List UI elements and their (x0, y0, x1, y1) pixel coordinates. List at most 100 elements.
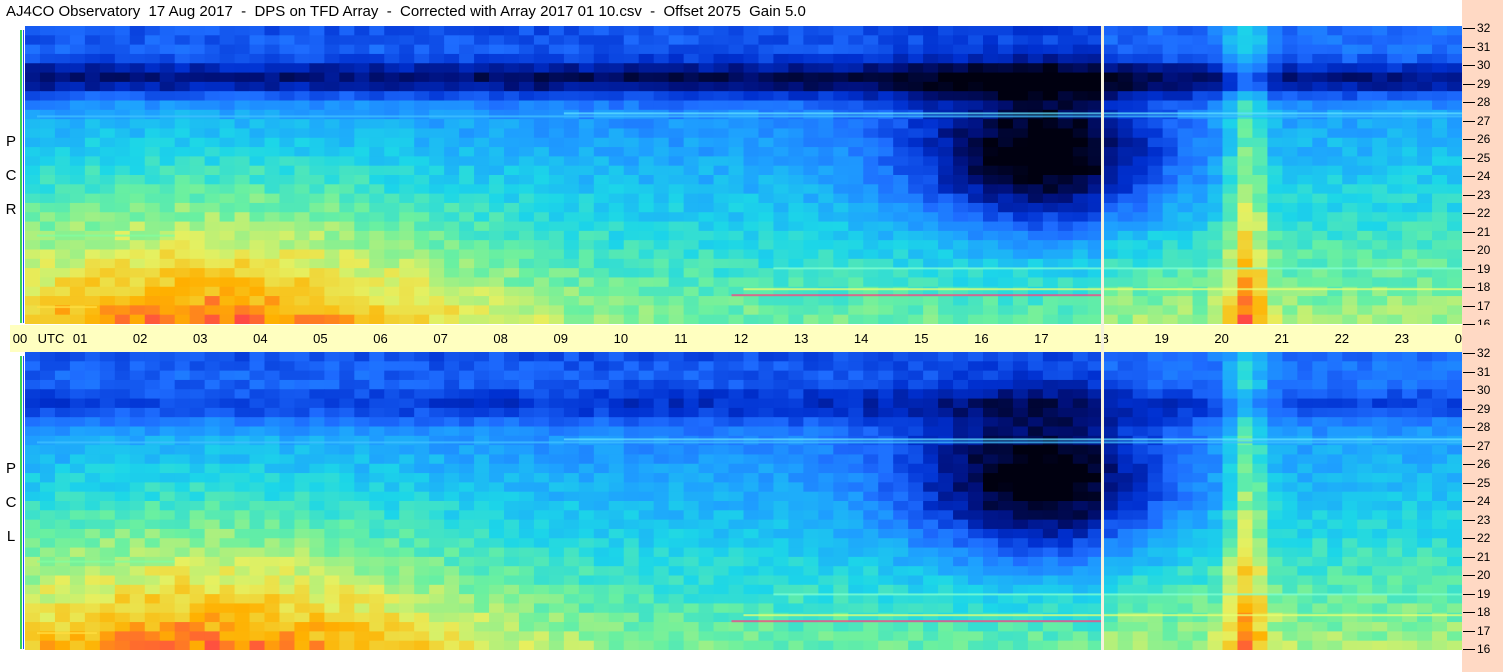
spectrogram-cell (1432, 119, 1448, 130)
spectrogram-cell (444, 165, 460, 176)
spectrogram-cell (399, 81, 415, 92)
spectrogram-cell (803, 221, 819, 232)
time-tick-label: 01 (72, 331, 88, 346)
spectrogram-cell (728, 44, 745, 55)
spectrogram-cell (1432, 44, 1448, 55)
spectrogram-cell (1327, 454, 1343, 465)
spectrogram-cell (1387, 100, 1403, 111)
spectrogram-cell (1387, 519, 1403, 530)
spectrogram-cell (638, 482, 655, 493)
spectrogram-cell (1222, 277, 1239, 288)
spectrogram-cell (279, 277, 296, 288)
spectrogram-cell (533, 258, 550, 269)
spectrogram-cell (1192, 100, 1209, 111)
spectrogram-cell (623, 81, 640, 92)
spectrogram-cell (1447, 407, 1462, 418)
spectrogram-cell (578, 445, 595, 456)
spectrogram-cell (69, 35, 86, 46)
spectrogram-cell (758, 249, 775, 260)
spectrogram-cell (459, 128, 475, 139)
spectrogram-cell (833, 35, 849, 46)
spectrogram-cell (1237, 63, 1254, 74)
spectrogram-cell (1267, 314, 1283, 324)
spectrogram-cell (1177, 100, 1194, 111)
spectrogram-cell (1447, 109, 1462, 120)
spectrogram-cell (593, 44, 610, 55)
spectrogram-cell (54, 156, 71, 167)
spectrogram-cell (414, 296, 430, 306)
spectrogram-cell (863, 193, 879, 204)
spectrogram-cell (758, 426, 775, 437)
spectrogram-cell (908, 501, 924, 511)
spectrogram-cell (713, 119, 730, 130)
spectrogram-cell (174, 417, 191, 428)
spectrogram-cell (1057, 314, 1074, 324)
spectrogram-cell (504, 147, 520, 157)
time-tick-label: 15 (914, 331, 929, 346)
spectrogram-cell (1207, 305, 1224, 316)
spectrogram-cell (204, 314, 221, 324)
spectrogram-cell (1057, 268, 1074, 279)
spectrogram-cell (54, 491, 71, 502)
spectrogram-cell (459, 165, 475, 176)
spectrogram-cell (968, 296, 984, 306)
spectrogram-cell (54, 519, 71, 530)
spectrogram-cell (324, 35, 340, 46)
spectrogram-cell (324, 26, 340, 36)
spectrogram-cell (923, 202, 939, 213)
spectrogram-cell (1327, 53, 1343, 64)
spectrogram-cell (474, 221, 490, 232)
spectrogram-cell (384, 305, 400, 316)
spectrogram-cell (1222, 100, 1239, 111)
spectrogram-cell (968, 445, 984, 456)
spectrogram-cell (1102, 240, 1119, 251)
spectrogram-cell (1342, 165, 1358, 176)
spectrogram-cell (1147, 407, 1164, 418)
spectrogram-cell (339, 417, 355, 428)
spectrogram-cell (294, 230, 311, 241)
spectrogram-cell (234, 519, 251, 530)
spectrogram-cell (339, 296, 355, 306)
spectrogram-cell (863, 314, 879, 324)
spectrogram-cell (504, 221, 520, 232)
spectrogram-cell (39, 491, 56, 502)
spectrogram-cell (159, 35, 176, 46)
spectrogram-cell (1012, 240, 1029, 251)
spectrogram-cell (1042, 379, 1059, 390)
panel-top-letter-r: R (5, 201, 17, 218)
spectrogram-cell (578, 26, 595, 36)
spectrogram-cell (1432, 147, 1448, 157)
spectrogram-cell (174, 249, 191, 260)
spectrogram-cell (504, 268, 520, 279)
spectrogram-cell (683, 454, 700, 465)
spectrogram-cell (1372, 175, 1388, 185)
spectrogram-cell (1027, 398, 1044, 409)
spectrogram-cell (264, 156, 281, 167)
spectrogram-cell (923, 212, 939, 223)
spectrogram-cell (818, 53, 834, 64)
spectrogram-cell (354, 44, 370, 55)
spectrogram-cell (803, 268, 819, 279)
spectrogram-cell (1447, 53, 1462, 64)
spectrogram-cell (1402, 184, 1418, 195)
spectrogram-cell (444, 268, 460, 279)
spectrogram-cell (1147, 175, 1164, 185)
spectrogram-cell (99, 407, 116, 418)
spectrogram-cell (1417, 230, 1433, 241)
spectrogram-cell (129, 370, 146, 381)
spectrogram-cell (444, 407, 460, 418)
spectrogram-cell (279, 26, 296, 36)
spectrogram-cell (1042, 296, 1059, 306)
spectrogram-cell (683, 361, 700, 372)
spectrogram-cell (878, 389, 894, 400)
spectrogram-cell (324, 389, 340, 400)
spectrogram-cell (324, 81, 340, 92)
spectrogram-cell (1192, 184, 1209, 195)
spectrogram-cell (459, 398, 475, 409)
spectrogram-cell (1357, 398, 1373, 409)
spectrogram-cell (1402, 352, 1418, 362)
spectrogram-cell (69, 53, 86, 64)
spectrogram-cell (908, 128, 924, 139)
spectrogram-cell (1132, 128, 1149, 139)
spectrogram-cell (114, 109, 131, 120)
